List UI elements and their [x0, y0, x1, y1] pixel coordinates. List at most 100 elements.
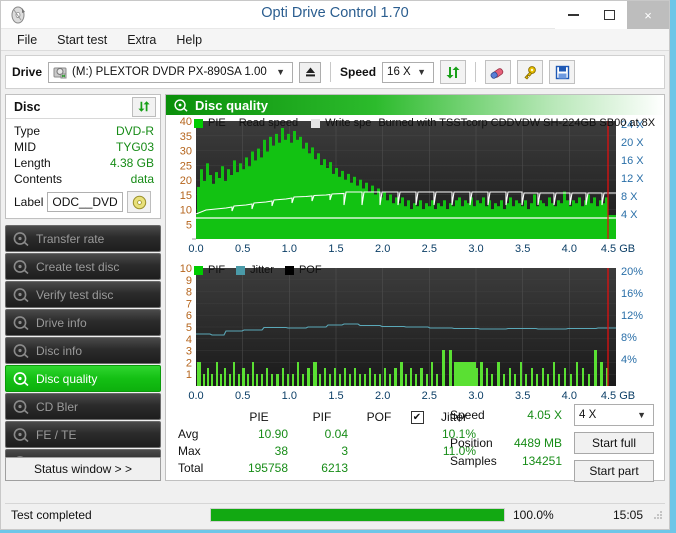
pif-xtick-1: 0.5: [235, 390, 250, 402]
samples-readout-value: 134251: [521, 454, 562, 468]
legend-swatch-jitter: [236, 265, 246, 275]
sidebar-item-label: CD Bler: [36, 399, 79, 414]
sidebar-item-verify-test-disc[interactable]: Verify test disc: [5, 281, 161, 308]
disc-label-input[interactable]: ODC__DVD: [47, 192, 124, 212]
menu-item-file[interactable]: File: [9, 31, 45, 49]
position-readout-row: Position 4489 MB: [450, 434, 574, 452]
pif-ytick-10: 10: [180, 263, 192, 275]
disc-type-label: Type: [14, 124, 41, 138]
speed-select[interactable]: 16 X ▼: [382, 61, 435, 83]
disc-icon: [13, 372, 29, 386]
pie-y2tick-12x: 12 X: [621, 173, 644, 185]
sidebar-item-disc-quality[interactable]: Disc quality: [5, 365, 161, 392]
pie-xtick-2: 1.0: [282, 243, 297, 255]
save-icon: [555, 65, 569, 79]
stats-total-pif: 6213: [321, 460, 348, 475]
stats-col-pof: POF: [366, 409, 392, 424]
stats-avg-pif: 0.04: [324, 426, 348, 441]
speed-readout-label: Speed: [450, 408, 485, 422]
stats-header-row: PIE PIF POF ✔ Jitter: [174, 408, 480, 425]
speed-label: Speed: [340, 65, 377, 79]
maximize-button[interactable]: [591, 1, 627, 29]
legend-label-read-speed: Read speed: [238, 117, 299, 129]
sidebar-item-fe-te[interactable]: FE / TE: [5, 421, 161, 448]
content-area: Disc Type DVD-R MID TYG03 Length 4.38 GB…: [5, 94, 665, 482]
test-speed-select[interactable]: 4 X ▼: [574, 404, 654, 426]
pif-ytick-3: 3: [186, 346, 192, 358]
speed-value: 16 X: [387, 66, 411, 78]
stats-max-pof: [352, 442, 406, 459]
minimize-button[interactable]: [555, 1, 591, 29]
sidebar-item-disc-info[interactable]: Disc info: [5, 337, 161, 364]
sidebar-item-cd-bler[interactable]: CD Bler: [5, 393, 161, 420]
pif-ytick-1: 1: [186, 369, 192, 381]
close-button[interactable]: ×: [627, 1, 669, 29]
title-bar: Opti Drive Control 1.70 ×: [1, 1, 669, 29]
eraser-button[interactable]: [485, 60, 512, 84]
pif-chart[interactable]: 10 9 8 7 6 5 4 3 2 1 20% 16% 12% 8% 4% 0…: [166, 262, 672, 410]
status-window-button[interactable]: Status window > >: [5, 457, 161, 481]
elapsed-time: 15:05: [612, 507, 643, 522]
speed-readout-value: 4.05 X: [527, 408, 562, 422]
pie-y2tick-4x: 4 X: [621, 209, 638, 221]
pie-xtick-4: 2.0: [375, 243, 390, 255]
start-part-button[interactable]: Start part: [574, 460, 654, 482]
disc-info-panel: Disc Type DVD-R MID TYG03 Length 4.38 GB…: [5, 94, 161, 219]
disc-icon: [13, 400, 29, 414]
pif-chart-legend: PIF Jitter POF: [194, 264, 322, 276]
pie-xtick-9: 4.5 GB: [601, 243, 635, 255]
sidebar-nav: Transfer rate Create test disc Verify te…: [5, 225, 161, 476]
disc-contents-label: Contents: [14, 172, 63, 186]
pie-chart-container: PIE Read speed Write spe Burned with TSS…: [166, 115, 664, 266]
pie-chart[interactable]: 40 35 30 25 20 15 10 5 24 X 20 X 16 X 12…: [166, 115, 672, 263]
burn-info-text: Burned with TSSTcorp CDDVDW SH-224GB SB0…: [378, 117, 656, 129]
pie-ytick-30: 30: [180, 146, 192, 158]
sidebar-item-transfer-rate[interactable]: Transfer rate: [5, 225, 161, 252]
key-button[interactable]: [517, 60, 544, 84]
pif-xtick-3: 1.5: [328, 390, 343, 402]
drive-label: Drive: [12, 65, 43, 79]
disc-label-button[interactable]: [127, 191, 152, 213]
drive-icon: [53, 67, 67, 78]
pif-xtick-6: 3.0: [468, 390, 483, 402]
disc-quality-pane: Disc quality PIE Read speed Write spe Bu…: [165, 94, 665, 482]
disc-row-mid: MID TYG03: [14, 139, 154, 155]
sidebar-item-drive-info[interactable]: Drive info: [5, 309, 161, 336]
disc-mid-label: MID: [14, 140, 36, 154]
legend-label-pif: PIF: [208, 264, 226, 276]
legend-label-pof: POF: [298, 264, 322, 276]
pif-ytick-2: 2: [186, 357, 192, 369]
pie-ytick-35: 35: [180, 131, 192, 143]
resize-grip-icon[interactable]: [653, 510, 663, 520]
table-row: Total 195758 6213: [174, 459, 480, 476]
menu-item-help[interactable]: Help: [168, 31, 210, 49]
menu-item-extra[interactable]: Extra: [119, 31, 164, 49]
pif-y2tick-16: 16%: [621, 288, 643, 300]
pif-xtick-2: 1.0: [282, 390, 297, 402]
disc-row-type: Type DVD-R: [14, 123, 154, 139]
key-icon: [524, 65, 536, 80]
sidebar-item-create-test-disc[interactable]: Create test disc: [5, 253, 161, 280]
stats-max-pie: 38: [274, 443, 288, 458]
samples-readout-label: Samples: [450, 454, 497, 468]
legend-swatch-pie: [194, 118, 203, 128]
eject-button[interactable]: [299, 61, 322, 83]
stats-total-pie: 195758: [247, 460, 288, 475]
legend-swatch-pif: [194, 265, 203, 275]
disc-refresh-button[interactable]: [132, 96, 156, 117]
save-button[interactable]: [549, 60, 576, 84]
refresh-button[interactable]: [440, 60, 467, 84]
drive-select[interactable]: (M:) PLEXTOR DVDR PX-890SA 1.00 ▼: [48, 61, 294, 83]
start-full-button[interactable]: Start full: [574, 432, 654, 454]
disc-row-length: Length 4.38 GB: [14, 155, 154, 171]
pie-ytick-15: 15: [180, 190, 192, 202]
disc-type-value: DVD-R: [116, 124, 154, 138]
pie-xtick-1: 0.5: [235, 243, 250, 255]
readout-panel: Speed 4.05 X Position 4489 MB Samples 13…: [450, 404, 658, 482]
sidebar-item-label: Drive info: [36, 315, 87, 330]
menu-item-start-test[interactable]: Start test: [49, 31, 115, 49]
pif-y2tick-20: 20%: [621, 266, 643, 278]
pie-xtick-7: 3.5: [515, 243, 530, 255]
app-window: Opti Drive Control 1.70 × File Start tes…: [0, 0, 670, 530]
jitter-checkbox[interactable]: ✔: [410, 411, 424, 425]
